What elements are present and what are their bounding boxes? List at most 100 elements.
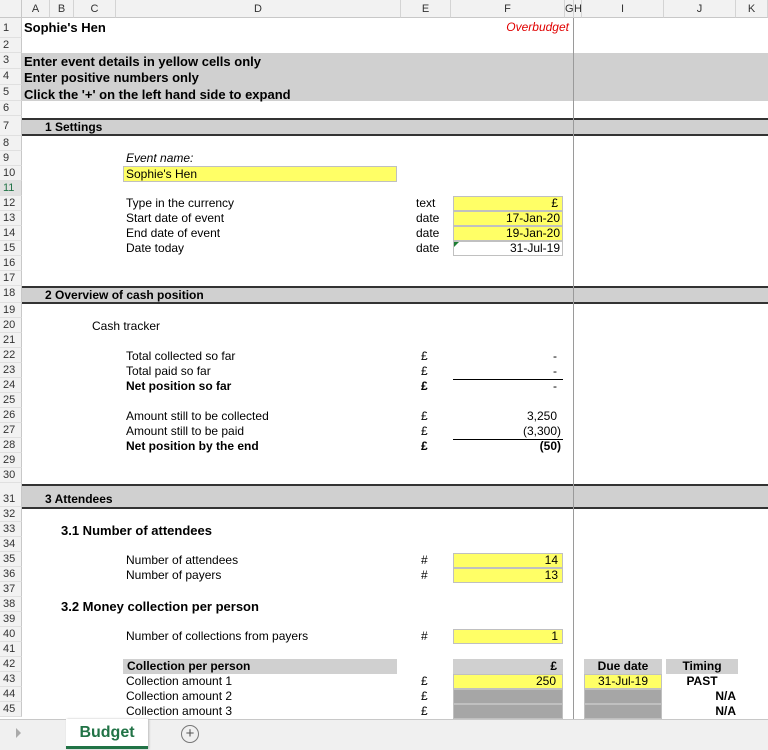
col-header-j[interactable]: J <box>664 0 736 18</box>
row-header[interactable]: 25 <box>0 393 22 408</box>
row-header[interactable]: 41 <box>0 642 22 657</box>
row-header[interactable]: 31 <box>0 483 22 507</box>
row-header[interactable]: 24 <box>0 378 22 393</box>
currency-symbol: £ <box>421 674 428 688</box>
row-header[interactable]: 42 <box>0 657 22 672</box>
collection-3-input[interactable] <box>453 704 563 719</box>
row-header[interactable]: 29 <box>0 453 22 468</box>
row-header[interactable]: 11 <box>0 181 22 196</box>
row-header[interactable]: 10 <box>0 166 22 181</box>
num-payers-input[interactable]: 13 <box>453 568 563 583</box>
event-name-input[interactable]: Sophie's Hen <box>123 166 397 182</box>
row-header[interactable]: 20 <box>0 318 22 333</box>
currency-symbol: £ <box>421 364 428 378</box>
row-header[interactable]: 16 <box>0 256 22 271</box>
instruction-positive: Enter positive numbers only <box>24 70 199 85</box>
col-header-d[interactable]: D <box>116 0 401 18</box>
row-header[interactable]: 18 <box>0 286 22 303</box>
row-header[interactable]: 30 <box>0 468 22 483</box>
row-header[interactable]: 8 <box>0 136 22 151</box>
column-divider <box>573 18 574 719</box>
hash-symbol: # <box>421 568 428 582</box>
row-header[interactable]: 45 <box>0 702 22 717</box>
col-header-a[interactable]: A <box>22 0 50 18</box>
settings-band <box>22 120 768 134</box>
collection-2-input[interactable] <box>453 689 563 704</box>
collection-3-label: Collection amount 3 <box>126 704 233 718</box>
row-header[interactable]: 26 <box>0 408 22 423</box>
still-collect-label: Amount still to be collected <box>126 409 269 423</box>
col-header-g[interactable]: G <box>565 0 574 18</box>
currency-input[interactable]: £ <box>453 196 563 211</box>
row-header[interactable]: 13 <box>0 211 22 226</box>
row-header[interactable]: 39 <box>0 612 22 627</box>
select-all-corner[interactable] <box>0 0 22 18</box>
row-header[interactable]: 14 <box>0 226 22 241</box>
sheet-tab-budget[interactable]: Budget <box>66 719 148 749</box>
col-header-h[interactable]: H <box>574 0 582 18</box>
add-sheet-icon[interactable]: + <box>181 725 199 743</box>
event-name-label: Event name: <box>126 151 194 165</box>
row-header[interactable]: 27 <box>0 423 22 438</box>
row-header[interactable]: 2 <box>0 38 22 53</box>
scroll-tabs-icon[interactable] <box>16 728 21 738</box>
still-paid-value: (3,300) <box>522 424 561 438</box>
sheet-tab-bar: Budget + <box>0 719 768 750</box>
row-header[interactable]: 43 <box>0 672 22 687</box>
row-header[interactable]: 15 <box>0 241 22 256</box>
paid-value: - <box>553 364 557 378</box>
spreadsheet-grid[interactable]: A B C D E F G H I J K 1 2 3 4 5 6 7 8 9 … <box>0 0 768 719</box>
collection-1-input[interactable]: 250 <box>453 674 563 689</box>
row-header[interactable]: 12 <box>0 196 22 211</box>
row-header[interactable]: 3 <box>0 53 22 69</box>
still-paid-label: Amount still to be paid <box>126 424 245 438</box>
paid-label: Total paid so far <box>126 364 211 378</box>
num-collections-value: 1 <box>551 629 558 643</box>
row-header[interactable]: 19 <box>0 303 22 318</box>
row-header[interactable]: 44 <box>0 687 22 702</box>
row-header[interactable]: 23 <box>0 363 22 378</box>
currency-symbol: £ <box>421 689 428 703</box>
row-header[interactable]: 6 <box>0 101 22 116</box>
end-date-input[interactable]: 19-Jan-20 <box>453 226 563 241</box>
currency-type: text <box>416 196 436 210</box>
row-header[interactable]: 1 <box>0 18 22 38</box>
date-today-value: 31-Jul-19 <box>509 241 560 255</box>
row-header[interactable]: 9 <box>0 151 22 166</box>
date-today-cell[interactable]: 31-Jul-19 <box>453 241 563 256</box>
col-header-b[interactable]: B <box>50 0 74 18</box>
row-header[interactable]: 22 <box>0 348 22 363</box>
collection-2-due-input[interactable] <box>584 689 662 704</box>
num-collections-input[interactable]: 1 <box>453 629 563 644</box>
row-header[interactable]: 38 <box>0 597 22 612</box>
row-header[interactable]: 7 <box>0 116 22 136</box>
date-today-type: date <box>416 241 440 255</box>
row-header[interactable]: 4 <box>0 69 22 85</box>
formula-indicator-icon <box>454 242 459 247</box>
start-date-label: Start date of event <box>126 211 225 225</box>
row-header[interactable]: 35 <box>0 552 22 567</box>
row-header[interactable]: 32 <box>0 507 22 522</box>
row-header[interactable]: 28 <box>0 438 22 453</box>
col-header-i[interactable]: I <box>582 0 664 18</box>
collection-2-timing: N/A <box>715 689 736 703</box>
collection-3-due-input[interactable] <box>584 704 662 719</box>
num-attendees-input[interactable]: 14 <box>453 553 563 568</box>
start-date-input[interactable]: 17-Jan-20 <box>453 211 563 226</box>
num-payers-label: Number of payers <box>126 568 222 582</box>
row-header[interactable]: 33 <box>0 522 22 537</box>
row-header[interactable]: 17 <box>0 271 22 286</box>
row-header[interactable]: 40 <box>0 627 22 642</box>
row-header[interactable]: 37 <box>0 582 22 597</box>
collection-1-due-input[interactable]: 31-Jul-19 <box>584 674 662 689</box>
col-header-e[interactable]: E <box>401 0 451 18</box>
col-header-f[interactable]: F <box>451 0 565 18</box>
row-header[interactable]: 5 <box>0 85 22 101</box>
row-header[interactable]: 34 <box>0 537 22 552</box>
row-header[interactable]: 36 <box>0 567 22 582</box>
collection-1-label: Collection amount 1 <box>126 674 233 688</box>
col-header-c[interactable]: C <box>74 0 116 18</box>
row-header[interactable]: 21 <box>0 333 22 348</box>
col-header-k[interactable]: K <box>736 0 768 18</box>
settings-header: 1 Settings <box>45 120 103 134</box>
